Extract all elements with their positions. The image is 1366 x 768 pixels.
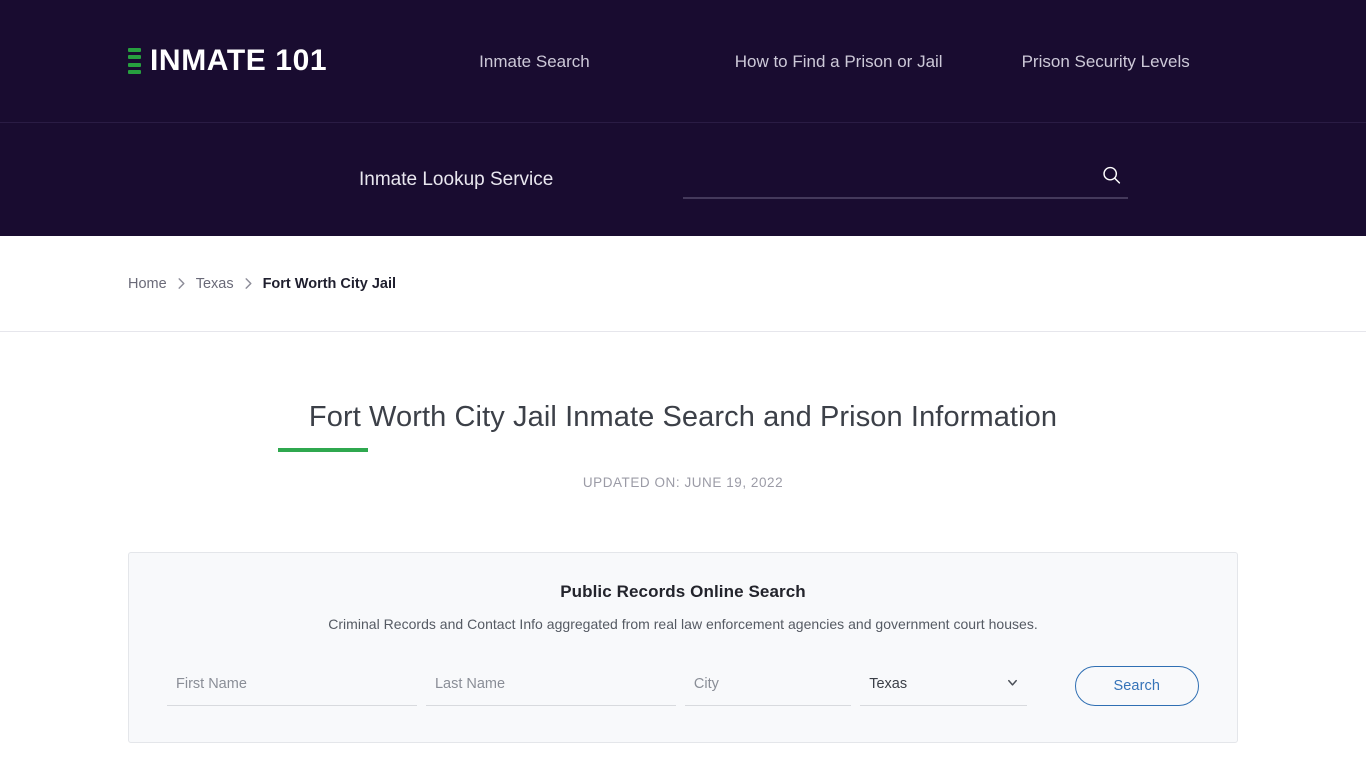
first-name-input[interactable]: [167, 670, 417, 707]
breadcrumb: Home Texas Fort Worth City Jail: [128, 276, 396, 292]
public-records-form: Texas Search: [167, 666, 1199, 707]
breadcrumb-item-texas[interactable]: Texas: [196, 276, 234, 292]
inmate-lookup-band: Inmate Lookup Service: [0, 123, 1366, 236]
breadcrumb-item-home[interactable]: Home: [128, 276, 167, 292]
main-content: Fort Worth City Jail Inmate Search and P…: [0, 332, 1366, 744]
public-records-search-button[interactable]: Search: [1074, 666, 1199, 707]
breadcrumb-band: Home Texas Fort Worth City Jail: [0, 236, 1366, 332]
public-records-title: Public Records Online Search: [560, 582, 806, 602]
chevron-right-icon: [176, 277, 187, 290]
nav-item-inmate-search[interactable]: Inmate Search: [479, 53, 590, 70]
last-name-field: [425, 670, 676, 707]
search-icon: [1101, 165, 1122, 189]
last-name-input[interactable]: [425, 670, 676, 707]
city-input[interactable]: [684, 670, 852, 707]
first-name-field: [167, 670, 417, 707]
public-records-subtitle: Criminal Records and Contact Info aggreg…: [328, 616, 1038, 633]
site-logo[interactable]: INMATE 101: [128, 46, 327, 76]
inmate-search-input[interactable]: [683, 161, 1094, 197]
updated-date: UPDATED ON: JUNE 19, 2022: [582, 475, 784, 491]
title-accent-bar: [278, 448, 368, 453]
nav-item-how-to-find-a-prison-or-jail[interactable]: How to Find a Prison or Jail: [735, 53, 943, 70]
page-title: Fort Worth City Jail Inmate Search and P…: [308, 401, 1058, 433]
city-field: [684, 670, 852, 707]
logo-bars-icon: [128, 47, 141, 76]
state-field: Texas: [860, 670, 1027, 707]
nav-item-prison-security-levels[interactable]: Prison Security Levels: [1022, 53, 1190, 70]
inmate-search-form: [683, 161, 1128, 198]
site-header: INMATE 101 Inmate Search How to Find a P…: [0, 0, 1366, 123]
public-records-card: Public Records Online Search Criminal Re…: [128, 552, 1238, 744]
breadcrumb-item-current: Fort Worth City Jail: [262, 275, 397, 292]
logo-text: INMATE 101: [150, 44, 328, 77]
search-submit-button[interactable]: [1094, 162, 1128, 196]
state-select[interactable]: Texas: [860, 670, 1027, 707]
inmate-lookup-label: Inmate Lookup Service: [359, 168, 554, 190]
chevron-right-icon: [243, 277, 254, 290]
primary-navigation: Inmate Search How to Find a Prison or Ja…: [479, 53, 1190, 70]
